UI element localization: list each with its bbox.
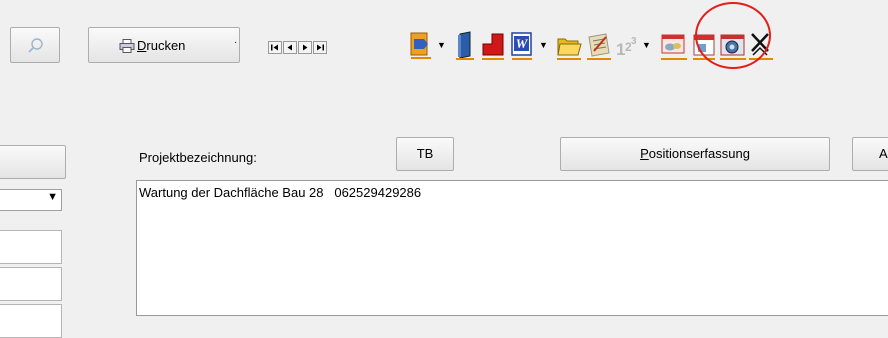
door-icon — [456, 31, 474, 60]
left-panel-button[interactable] — [0, 145, 66, 179]
folder-icon — [557, 38, 582, 60]
red-block-button[interactable] — [481, 31, 505, 61]
nav-next-button[interactable] — [298, 41, 312, 54]
projektbezeichnung-textarea[interactable]: Wartung der Dachfläche Bau 28 0625294292… — [136, 180, 888, 316]
positionserfassung-button[interactable]: Positionserfassung — [560, 137, 830, 171]
projektbezeichnung-label: Projektbezeichnung: — [139, 150, 257, 165]
svg-text:W: W — [516, 36, 529, 51]
search-icon — [28, 38, 43, 53]
nav-first-button[interactable] — [268, 41, 282, 54]
folder-button[interactable] — [556, 31, 582, 61]
projektbezeichnung-value: Wartung der Dachfläche Bau 28 0625294292… — [139, 185, 422, 200]
word-dropdown-arrow[interactable]: ▼ — [539, 39, 548, 51]
left-field-3[interactable] — [0, 304, 62, 338]
word-button[interactable]: W — [511, 31, 533, 61]
left-field-2[interactable] — [0, 267, 62, 301]
annotation-circle — [695, 2, 771, 69]
word-icon: W — [511, 32, 532, 60]
nav-last-icon — [313, 41, 327, 54]
svg-text:3: 3 — [631, 36, 637, 47]
search-button[interactable] — [10, 27, 60, 63]
left-field-1[interactable] — [0, 230, 62, 264]
gallery-button[interactable] — [660, 31, 688, 61]
left-select[interactable]: ▼ — [0, 189, 62, 211]
numbering-icon: 1 2 3 — [616, 36, 637, 59]
print-dropdown-arrow[interactable]: · — [234, 37, 237, 48]
door-button[interactable] — [455, 31, 475, 61]
printer-icon — [119, 39, 135, 53]
nav-next-icon — [298, 41, 312, 54]
notes-button[interactable] — [586, 31, 612, 61]
export-dropdown-arrow[interactable]: ▼ — [437, 39, 446, 51]
export-button[interactable] — [410, 31, 432, 61]
notes-icon — [587, 33, 611, 60]
nav-prev-button[interactable] — [283, 41, 297, 54]
export-icon — [410, 32, 431, 59]
nav-first-icon — [268, 41, 282, 54]
numbering-button[interactable]: 1 2 3 — [614, 31, 640, 61]
nav-last-button[interactable] — [313, 41, 327, 54]
gallery-icon — [661, 34, 687, 60]
a-button[interactable]: A — [852, 137, 888, 171]
print-button[interactable]: Drucken · — [88, 27, 240, 63]
tb-button[interactable]: TB — [396, 137, 454, 171]
print-label: Drucken — [137, 38, 186, 53]
numbering-dropdown-arrow[interactable]: ▼ — [642, 39, 651, 51]
red-block-icon — [482, 33, 504, 60]
nav-prev-icon — [283, 41, 297, 54]
chevron-down-icon: ▼ — [47, 191, 58, 203]
